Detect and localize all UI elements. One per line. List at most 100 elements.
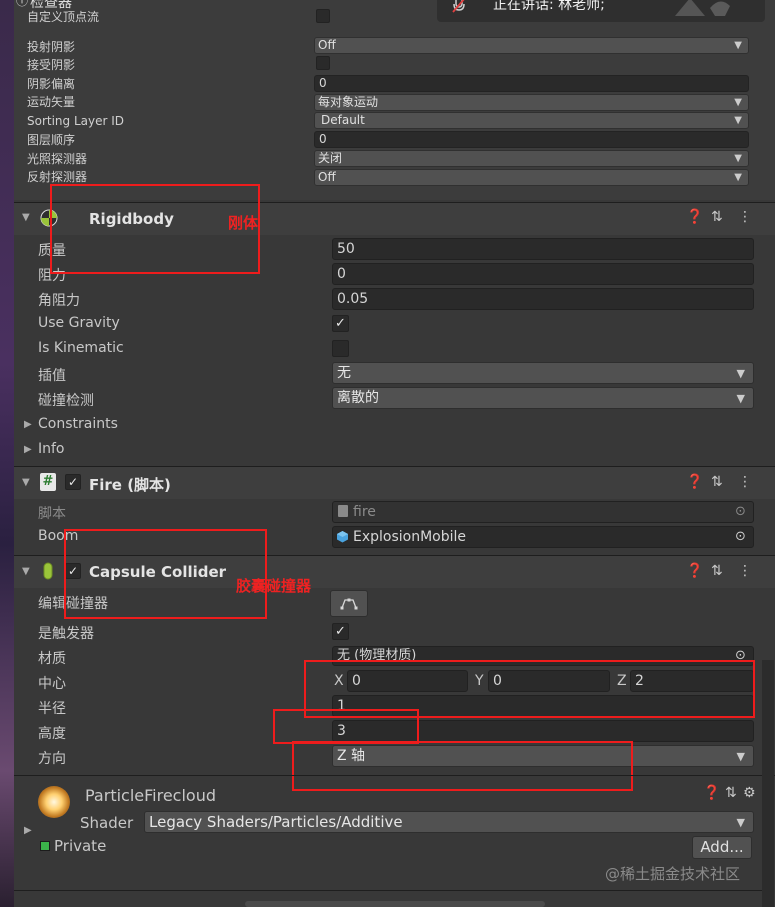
more-menu-icon[interactable]: ⋮ xyxy=(738,474,752,490)
prefab-icon xyxy=(337,531,348,543)
preset-icon[interactable]: ⇅ xyxy=(711,563,723,579)
constraints-foldout-icon[interactable]: ▶ xyxy=(24,419,32,430)
collision-detection-value: 离散的 xyxy=(337,390,379,406)
fire-foldout-icon[interactable]: ▼ xyxy=(22,477,30,488)
watermark: @稀土掘金技术社区 xyxy=(605,865,741,883)
radius-label: 半径 xyxy=(38,701,66,717)
collision-detection-label: 碰撞检测 xyxy=(38,393,94,409)
capsule-annotation-text: 胶囊碰撞器 xyxy=(236,577,312,595)
capsule-collider-icon xyxy=(43,562,53,580)
reflection-probes-dropdown[interactable]: Off ▼ xyxy=(314,169,749,186)
interpolate-value: 无 xyxy=(337,365,351,381)
interpolate-dropdown[interactable]: 无 ▼ xyxy=(332,362,754,384)
sorting-layer-dropdown[interactable]: Default ▼ xyxy=(314,112,749,129)
boom-field[interactable]: ExplosionMobile xyxy=(332,526,754,548)
fire-enabled-checkbox[interactable]: ✓ xyxy=(65,474,81,490)
drag-field[interactable]: 0 xyxy=(332,263,754,285)
motion-vectors-value: 每对象运动 xyxy=(318,95,379,109)
reflection-probes-label: 反射探测器 xyxy=(27,170,88,184)
gear-icon[interactable]: ⚙ xyxy=(743,785,756,801)
private-icon xyxy=(40,841,50,851)
hand-icon xyxy=(675,0,730,16)
use-gravity-checkbox[interactable]: ✓ xyxy=(332,315,349,332)
speaker-text: 正在讲话: 林老师; xyxy=(493,0,605,13)
height-annotation-box xyxy=(273,709,419,744)
edit-collider-button[interactable] xyxy=(330,590,368,617)
private-label: Private xyxy=(54,837,107,855)
horizontal-scrollbar[interactable] xyxy=(245,901,545,907)
is-kinematic-checkbox[interactable] xyxy=(332,340,349,357)
boom-value: ExplosionMobile xyxy=(353,529,467,545)
light-probes-dropdown[interactable]: 关闭 ▼ xyxy=(314,150,749,167)
help-icon[interactable]: ❓ xyxy=(686,563,703,579)
object-picker-icon[interactable]: ⊙ xyxy=(735,529,746,544)
angular-drag-field[interactable]: 0.05 xyxy=(332,288,754,310)
receive-shadows-checkbox[interactable] xyxy=(316,56,330,70)
bottom-divider xyxy=(14,890,762,891)
chevron-down-icon: ▼ xyxy=(734,115,742,126)
chevron-down-icon: ▼ xyxy=(734,172,742,183)
light-probes-label: 光照探测器 xyxy=(27,152,88,166)
shadow-bias-label: 阴影偏离 xyxy=(27,77,76,91)
cast-shadows-dropdown[interactable]: Off ▼ xyxy=(314,37,749,54)
script-value: fire xyxy=(353,504,376,520)
motion-vectors-dropdown[interactable]: 每对象运动 ▼ xyxy=(314,94,749,111)
capsule-annotation-box xyxy=(64,529,267,619)
motion-vectors-label: 运动矢量 xyxy=(27,95,76,109)
chevron-down-icon: ▼ xyxy=(736,367,745,380)
more-menu-icon[interactable]: ⋮ xyxy=(738,563,752,579)
fire-title: Fire xyxy=(89,476,122,494)
info-label[interactable]: Info xyxy=(38,441,65,457)
help-icon[interactable]: ❓ xyxy=(686,474,703,490)
shader-value: Legacy Shaders/Particles/Additive xyxy=(149,813,403,831)
direction-label: 方向 xyxy=(38,751,66,767)
shader-label: Shader xyxy=(80,814,134,832)
shader-dropdown[interactable]: Legacy Shaders/Particles/Additive ▼ xyxy=(144,811,754,833)
constraints-label[interactable]: Constraints xyxy=(38,416,118,432)
help-icon[interactable]: ❓ xyxy=(686,209,703,225)
material-preview-icon xyxy=(38,786,70,818)
preset-icon[interactable]: ⇅ xyxy=(711,209,723,225)
material-label: 材质 xyxy=(38,651,66,667)
info-foldout-icon[interactable]: ▶ xyxy=(24,444,32,455)
add-button[interactable]: Add... xyxy=(692,836,752,859)
chevron-down-icon: ▼ xyxy=(736,392,745,405)
chevron-down-icon: ▼ xyxy=(734,97,742,108)
edit-collider-icon xyxy=(340,598,358,610)
collision-detection-dropdown[interactable]: 离散的 ▼ xyxy=(332,387,754,409)
capsule-foldout-icon[interactable]: ▼ xyxy=(22,566,30,577)
light-probes-value: 关闭 xyxy=(318,151,343,165)
fire-suffix: (脚本) xyxy=(127,476,171,494)
is-trigger-checkbox[interactable]: ✓ xyxy=(332,623,349,640)
reflection-probes-value: Off xyxy=(318,170,336,184)
interpolate-label: 插值 xyxy=(38,368,66,384)
chevron-down-icon: ▼ xyxy=(734,153,742,164)
height-label: 高度 xyxy=(38,726,66,742)
microphone-muted-icon xyxy=(452,0,465,13)
mass-field[interactable]: 50 xyxy=(332,238,754,260)
angular-drag-label: 角阻力 xyxy=(38,293,80,309)
rigidbody-annotation-text: 刚体 xyxy=(228,214,259,232)
direction-annotation-box xyxy=(292,741,633,791)
help-icon[interactable]: ❓ xyxy=(703,785,720,801)
preset-icon[interactable]: ⇅ xyxy=(711,474,723,490)
cast-shadows-value: Off xyxy=(318,38,336,52)
shadow-bias-field[interactable]: 0 xyxy=(314,75,749,92)
center-label: 中心 xyxy=(38,676,66,692)
script-field: fire xyxy=(332,501,754,523)
more-menu-icon[interactable]: ⋮ xyxy=(738,209,752,225)
scrollbar[interactable] xyxy=(762,660,774,907)
script-icon: # xyxy=(40,473,56,491)
is-kinematic-label: Is Kinematic xyxy=(38,340,124,356)
custom-vertex-streams-checkbox[interactable] xyxy=(316,9,330,23)
scene-view-edge xyxy=(0,0,14,907)
material-separator xyxy=(14,775,775,776)
chevron-down-icon: ▼ xyxy=(736,750,745,763)
sorting-layer-label: Sorting Layer ID xyxy=(27,114,125,128)
order-in-layer-field[interactable]: 0 xyxy=(314,131,749,148)
preset-icon[interactable]: ⇅ xyxy=(725,785,737,801)
cast-shadows-label: 投射阴影 xyxy=(27,40,76,54)
shader-foldout-icon[interactable]: ▶ xyxy=(24,825,32,836)
rigidbody-foldout-icon[interactable]: ▼ xyxy=(22,212,30,223)
chevron-down-icon: ▼ xyxy=(734,40,742,51)
